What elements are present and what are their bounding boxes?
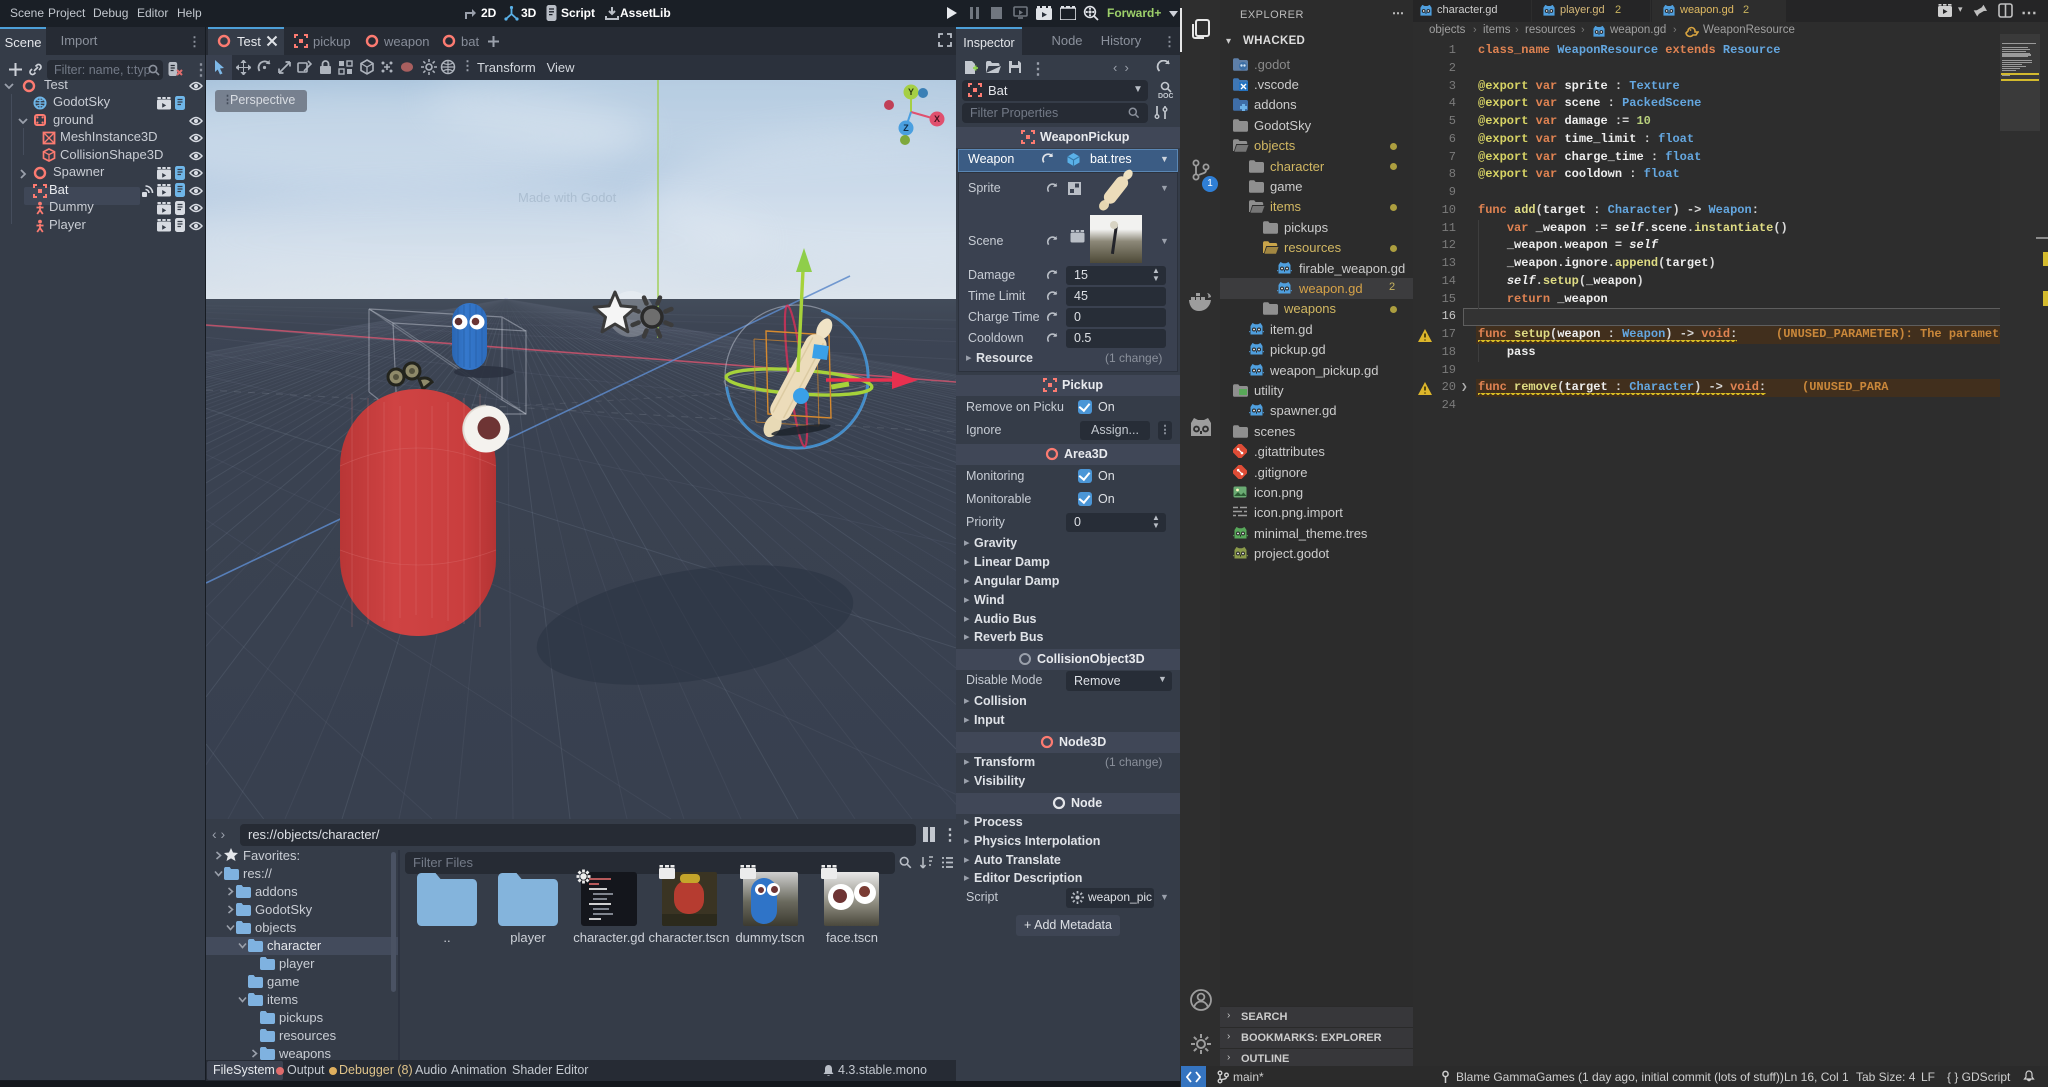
svg-text:Y: Y — [908, 87, 914, 97]
svg-text:Z: Z — [903, 123, 909, 133]
svg-text:X: X — [934, 114, 940, 124]
svg-text:Made with Godot: Made with Godot — [518, 190, 617, 205]
svg-text:DOC: DOC — [1158, 93, 1173, 99]
